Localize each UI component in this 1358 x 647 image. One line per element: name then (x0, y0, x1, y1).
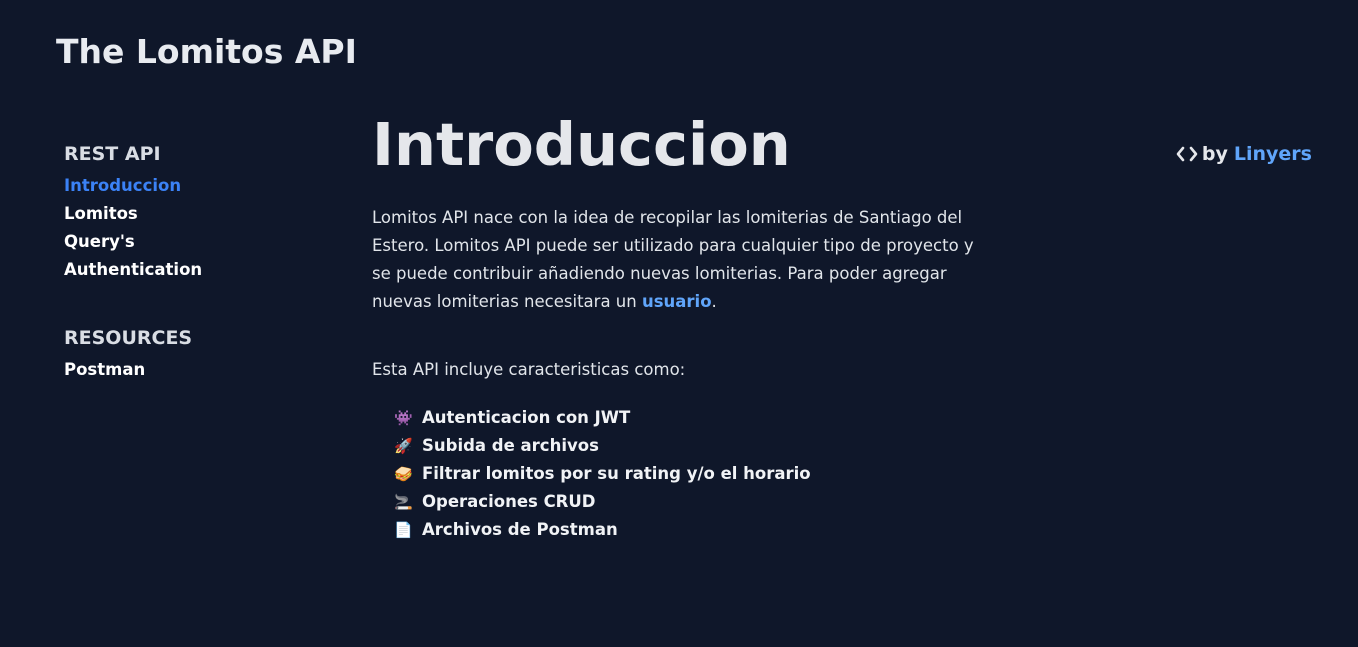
feature-label: Archivos de Postman (422, 520, 618, 539)
document-icon: 📄 (394, 521, 413, 539)
intro-end: . (711, 292, 717, 311)
sandwich-icon: 🥪 (394, 465, 413, 483)
feature-label: Operaciones CRUD (422, 492, 596, 511)
feature-list: 👾 Autenticacion con JWT 🚀 Subida de arch… (394, 404, 1012, 544)
byline-prefix: by (1201, 143, 1228, 165)
rocket-icon: 🚀 (394, 437, 413, 455)
nav-heading-resources: RESOURCES (64, 327, 193, 349)
sidebar-item-postman[interactable]: Postman (64, 356, 324, 384)
sidebar-item-querys[interactable]: Query's (64, 228, 324, 256)
feature-item: 🥪 Filtrar lomitos por su rating y/o el h… (394, 460, 1012, 488)
sidebar-item-introduccion[interactable]: Introduccion (64, 172, 324, 200)
sidebar-item-lomitos[interactable]: Lomitos (64, 200, 324, 228)
feature-label: Subida de archivos (422, 436, 599, 455)
site-title[interactable]: The Lomitos API (56, 31, 357, 73)
features-intro: Esta API incluye caracteristicas como: (372, 360, 686, 379)
feature-item: 🚬 Operaciones CRUD (394, 488, 1012, 516)
author-link[interactable]: Linyers (1234, 140, 1312, 168)
nav-list-resources: Postman (64, 356, 324, 384)
usuario-link[interactable]: usuario (642, 292, 712, 311)
byline: by Linyers (1176, 140, 1312, 168)
feature-item: 📄 Archivos de Postman (394, 516, 1012, 544)
feature-item: 👾 Autenticacion con JWT (394, 404, 1012, 432)
sidebar: REST API Introduccion Lomitos Query's Au… (64, 140, 324, 384)
code-icon (1176, 146, 1198, 162)
cigarette-icon: 🚬 (394, 493, 413, 511)
nav-section-rest-api: REST API Introduccion Lomitos Query's Au… (64, 140, 324, 284)
intro-paragraph: Lomitos API nace con la idea de recopila… (372, 204, 982, 316)
feature-item: 🚀 Subida de archivos (394, 432, 1012, 460)
nav-heading-rest-api: REST API (64, 143, 161, 165)
space-invader-icon: 👾 (394, 409, 413, 427)
main-content: Introduccion Lomitos API nace con la ide… (372, 108, 1012, 544)
feature-label: Autenticacion con JWT (422, 408, 631, 427)
page: The Lomitos API REST API Introduccion Lo… (0, 0, 1358, 647)
nav-list-rest-api: Introduccion Lomitos Query's Authenticat… (64, 172, 324, 284)
feature-label: Filtrar lomitos por su rating y/o el hor… (422, 464, 811, 483)
nav-section-resources: RESOURCES Postman (64, 324, 324, 384)
sidebar-item-authentication[interactable]: Authentication (64, 256, 324, 284)
page-title: Introduccion (372, 110, 791, 179)
